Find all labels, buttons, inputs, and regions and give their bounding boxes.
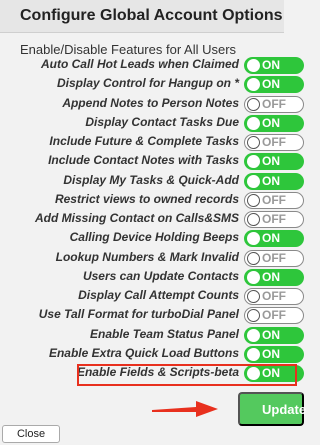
toggle-state-label: ON <box>262 327 280 342</box>
option-label: Auto Call Hot Leads when Claimed <box>40 57 239 71</box>
toggle-knob <box>247 213 260 226</box>
option-label: Use Tall Format for turboDial Panel <box>38 307 239 322</box>
option-row: Display Call Attempt Counts OFF <box>0 287 304 307</box>
toggle-state-label: OFF <box>262 135 286 149</box>
dialog-title: Configure Global Account Options <box>20 7 283 24</box>
option-toggle[interactable]: ON <box>244 172 304 190</box>
option-label: Restrict views to owned records <box>54 191 239 206</box>
option-toggle[interactable]: OFF <box>244 95 304 113</box>
toggle-state-label: ON <box>262 77 280 92</box>
toggle-state-label: OFF <box>262 308 286 323</box>
option-label: Display Contact Tasks Due <box>85 114 239 129</box>
option-toggle[interactable]: ON <box>244 76 304 94</box>
toggle-knob <box>247 136 260 149</box>
toggle-state-label: ON <box>262 115 280 130</box>
option-row: Restrict views to owned records OFF <box>0 191 304 211</box>
toggle-state-label: OFF <box>262 212 286 226</box>
option-label: Enable Extra Quick Load Buttons <box>48 345 239 360</box>
section-label: Enable/Disable Features for All Users <box>20 42 237 57</box>
toggle-knob <box>247 59 260 72</box>
option-toggle[interactable]: ON <box>244 114 304 132</box>
toggle-knob <box>247 155 260 169</box>
toggle-knob <box>247 232 260 246</box>
option-toggle[interactable]: OFF <box>244 288 304 305</box>
option-label: Add Missing Contact on Calls&SMS <box>34 211 239 225</box>
toggle-knob <box>247 290 260 303</box>
option-row: Include Contact Notes with Tasks ON <box>0 152 304 172</box>
toggle-knob <box>247 193 260 207</box>
option-toggle[interactable]: ON <box>244 57 304 74</box>
close-button[interactable]: Close <box>2 425 60 443</box>
option-row: Display Control for Hangup on * ON <box>0 75 304 95</box>
highlight-box <box>77 364 297 386</box>
toggle-state-label: OFF <box>262 96 286 111</box>
option-row: Append Notes to Person Notes OFF <box>0 95 304 115</box>
option-label: Display Call Attempt Counts <box>78 288 239 302</box>
option-label: Display My Tasks & Quick-Add <box>63 172 239 187</box>
option-row: Include Future & Complete Tasks OFF <box>0 133 304 153</box>
arrow-icon <box>152 401 218 417</box>
toggle-knob <box>247 251 260 265</box>
option-toggle[interactable]: ON <box>244 326 304 344</box>
dialog-header: Configure Global Account Options <box>0 0 284 33</box>
option-row: Calling Device Holding Beeps ON <box>0 229 304 249</box>
option-label: Users can Update Contacts <box>82 268 239 283</box>
option-row: Add Missing Contact on Calls&SMS OFF <box>0 210 304 230</box>
toggle-state-label: ON <box>262 173 280 188</box>
option-toggle[interactable]: OFF <box>244 134 304 151</box>
option-row: Users can Update Contacts ON <box>0 268 304 288</box>
option-label: Include Future & Complete Tasks <box>49 134 239 148</box>
toggle-knob <box>247 270 260 284</box>
toggle-knob <box>247 347 260 361</box>
toggle-knob <box>247 328 260 342</box>
toggle-knob <box>247 116 260 130</box>
option-toggle[interactable]: ON <box>244 153 304 171</box>
option-row: Auto Call Hot Leads when Claimed ON <box>0 56 304 76</box>
option-label: Display Control for Hangup on * <box>57 76 239 91</box>
option-row: Enable Team Status Panel ON <box>0 326 304 346</box>
toggle-knob <box>247 309 260 323</box>
option-row: Use Tall Format for turboDial Panel OFF <box>0 306 304 326</box>
option-label: Include Contact Notes with Tasks <box>48 153 239 168</box>
option-row: Display Contact Tasks Due ON <box>0 114 304 134</box>
toggle-state-label: OFF <box>262 289 286 303</box>
option-label: Calling Device Holding Beeps <box>69 230 239 245</box>
option-row: Display My Tasks & Quick-Add ON <box>0 172 304 192</box>
toggle-knob <box>247 78 260 92</box>
toggle-state-label: ON <box>262 231 280 246</box>
toggle-state-label: ON <box>262 154 280 169</box>
option-label: Lookup Numbers & Mark Invalid <box>55 249 239 264</box>
toggle-knob <box>247 174 260 188</box>
option-row: Enable Extra Quick Load Buttons ON <box>0 345 304 365</box>
option-toggle[interactable]: OFF <box>244 307 304 325</box>
option-toggle[interactable]: ON <box>244 268 304 286</box>
option-label: Enable Team Status Panel <box>90 326 239 341</box>
option-toggle[interactable]: ON <box>244 345 304 363</box>
option-toggle[interactable]: OFF <box>244 249 304 267</box>
toggle-knob <box>247 97 260 111</box>
toggle-state-label: OFF <box>262 250 286 265</box>
option-toggle[interactable]: OFF <box>244 211 304 228</box>
toggle-state-label: OFF <box>262 192 286 207</box>
option-row: Lookup Numbers & Mark Invalid OFF <box>0 249 304 269</box>
toggle-state-label: ON <box>262 58 280 72</box>
option-toggle[interactable]: ON <box>244 230 304 248</box>
update-button[interactable]: Update <box>238 392 306 426</box>
toggle-state-label: ON <box>262 269 280 284</box>
option-toggle[interactable]: OFF <box>244 191 304 209</box>
toggle-state-label: ON <box>262 346 280 361</box>
option-label: Append Notes to Person Notes <box>62 95 239 110</box>
